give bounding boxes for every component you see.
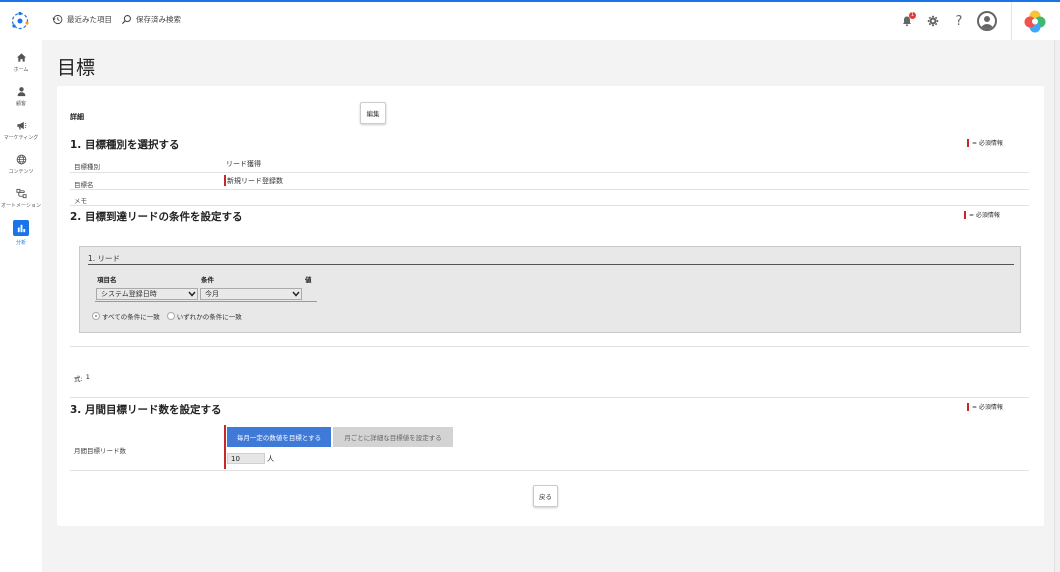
app-logo-icon[interactable] [10,11,30,31]
page-title: 目標 [57,57,96,79]
chevron-down-icon [187,289,197,299]
help-icon: ? [955,13,963,29]
back-button[interactable]: 戻る [533,485,558,507]
edit-button[interactable]: 編集 [360,102,386,124]
recent-items-link[interactable]: 最近みた項目 [52,14,112,25]
radio-match-all-label: すべての条件に一致 [102,313,160,321]
sidebar-item-label: 分析 [15,240,26,246]
globe-icon [16,154,26,165]
segment-monthly-target[interactable]: 月ごとに詳細な目標値を設定する [333,427,453,447]
required-marker [967,138,969,147]
divider [70,397,1029,398]
settings-button[interactable] [921,9,945,33]
monthly-target-input[interactable]: 10 [227,453,265,464]
condition-select[interactable]: 今月 [200,288,302,300]
condition-group: 1. リード 項目名 条件 値 システム登録日時 今月 すべての条件に一致 いず… [79,246,1021,333]
gear-icon [927,15,939,27]
field-select-value: システム登録日時 [101,290,157,298]
recent-items-label: 最近みた項目 [67,15,112,24]
brand-logo-icon[interactable] [1022,8,1048,34]
notification-badge: 1 [909,12,916,19]
divider [70,346,1029,347]
divider [95,301,317,302]
home-icon [16,53,26,62]
saved-search-link[interactable]: 保存済み検索 [121,14,181,25]
formula: 式: 1 [74,373,90,383]
required-note-text: = 必須情報 [972,140,1003,147]
notifications-button[interactable]: 1 [895,9,919,33]
divider [1011,2,1012,40]
section-2-title: 2. 目標到達リードの条件を設定する [70,211,243,223]
sidebar-item-label: 顧客 [15,101,26,107]
memo-label: メモ [74,197,87,205]
formula-label: 式: [74,375,83,383]
required-note: = 必須情報 [967,402,1003,411]
match-mode-radio-group: すべての条件に一致 いずれかの条件に一致 [92,311,242,321]
divider [70,470,1029,471]
sidebar-item-label: マーケティング [3,135,39,141]
section-3-title: 3. 月間目標リード数を設定する [70,404,222,416]
required-note: = 必須情報 [967,138,1003,147]
monthly-target-label: 月間目標リード数 [74,447,126,455]
user-avatar[interactable] [977,11,997,31]
condition-group-title: 1. リード [88,254,121,263]
segment-fixed-target[interactable]: 毎月一定の数値を目標とする [227,427,331,447]
sidebar-item-contents[interactable]: コンテンツ [0,154,42,175]
goal-name-value: 新規リード登録数 [227,177,283,185]
sidebar: ホーム 顧客 マーケティング コンテンツ オートメーション 分析 [0,40,42,572]
divider [88,264,1014,265]
divider [70,205,1029,206]
required-note-text: = 必須情報 [969,212,1000,219]
sidebar-item-analytics[interactable]: 分析 [0,220,42,246]
column-header-condition: 条件 [201,276,214,284]
required-marker [964,210,966,219]
required-marker [967,402,969,411]
sidebar-item-label: オートメーション [1,203,41,209]
column-header-value: 値 [305,276,312,284]
column-header-field: 項目名 [97,276,117,284]
megaphone-icon [16,121,26,130]
top-icons: 1 ? [895,2,1060,40]
sidebar-item-label: ホーム [13,67,29,73]
sidebar-item-marketing[interactable]: マーケティング [0,120,42,141]
sidebar-active-indicator [13,220,29,236]
goal-type-value: リード獲得 [226,160,261,168]
radio-match-any[interactable] [166,312,175,320]
person-icon [17,87,25,97]
sidebar-item-customers[interactable]: 顧客 [0,86,42,107]
saved-search-icon [121,15,131,25]
help-button[interactable]: ? [947,9,971,33]
goal-name-label: 目標名 [74,181,94,189]
sidebar-item-home[interactable]: ホーム [0,52,42,73]
automation-icon [15,188,27,199]
scrollbar[interactable] [1054,40,1060,572]
required-note-text: = 必須情報 [972,404,1003,411]
field-select[interactable]: システム登録日時 [96,288,198,300]
radio-match-all[interactable] [92,312,100,320]
required-note: = 必須情報 [964,210,1000,219]
chevron-down-icon [291,289,301,299]
saved-search-label: 保存済み検索 [136,15,181,24]
required-marker [224,175,226,186]
top-bar: 最近みた項目 保存済み検索 1 ? [0,0,1060,40]
condition-select-value: 今月 [205,290,219,298]
bar-chart-icon [17,224,25,232]
history-icon [52,14,63,25]
goal-detail-card: 詳細 編集 1. 目標種別を選択する = 必須情報 目標種別 リード獲得 目標名… [57,86,1044,526]
divider [70,189,1029,190]
sidebar-item-label: コンテンツ [8,169,34,175]
detail-label: 詳細 [70,113,84,121]
divider [70,172,1029,173]
required-marker [224,425,226,469]
section-1-title: 1. 目標種別を選択する [70,139,180,151]
formula-value: 1 [85,373,90,381]
radio-match-any-label: いずれかの条件に一致 [176,313,242,321]
sidebar-item-automation[interactable]: オートメーション [0,188,42,209]
unit-label: 人 [267,455,274,463]
goal-type-label: 目標種別 [74,163,100,171]
